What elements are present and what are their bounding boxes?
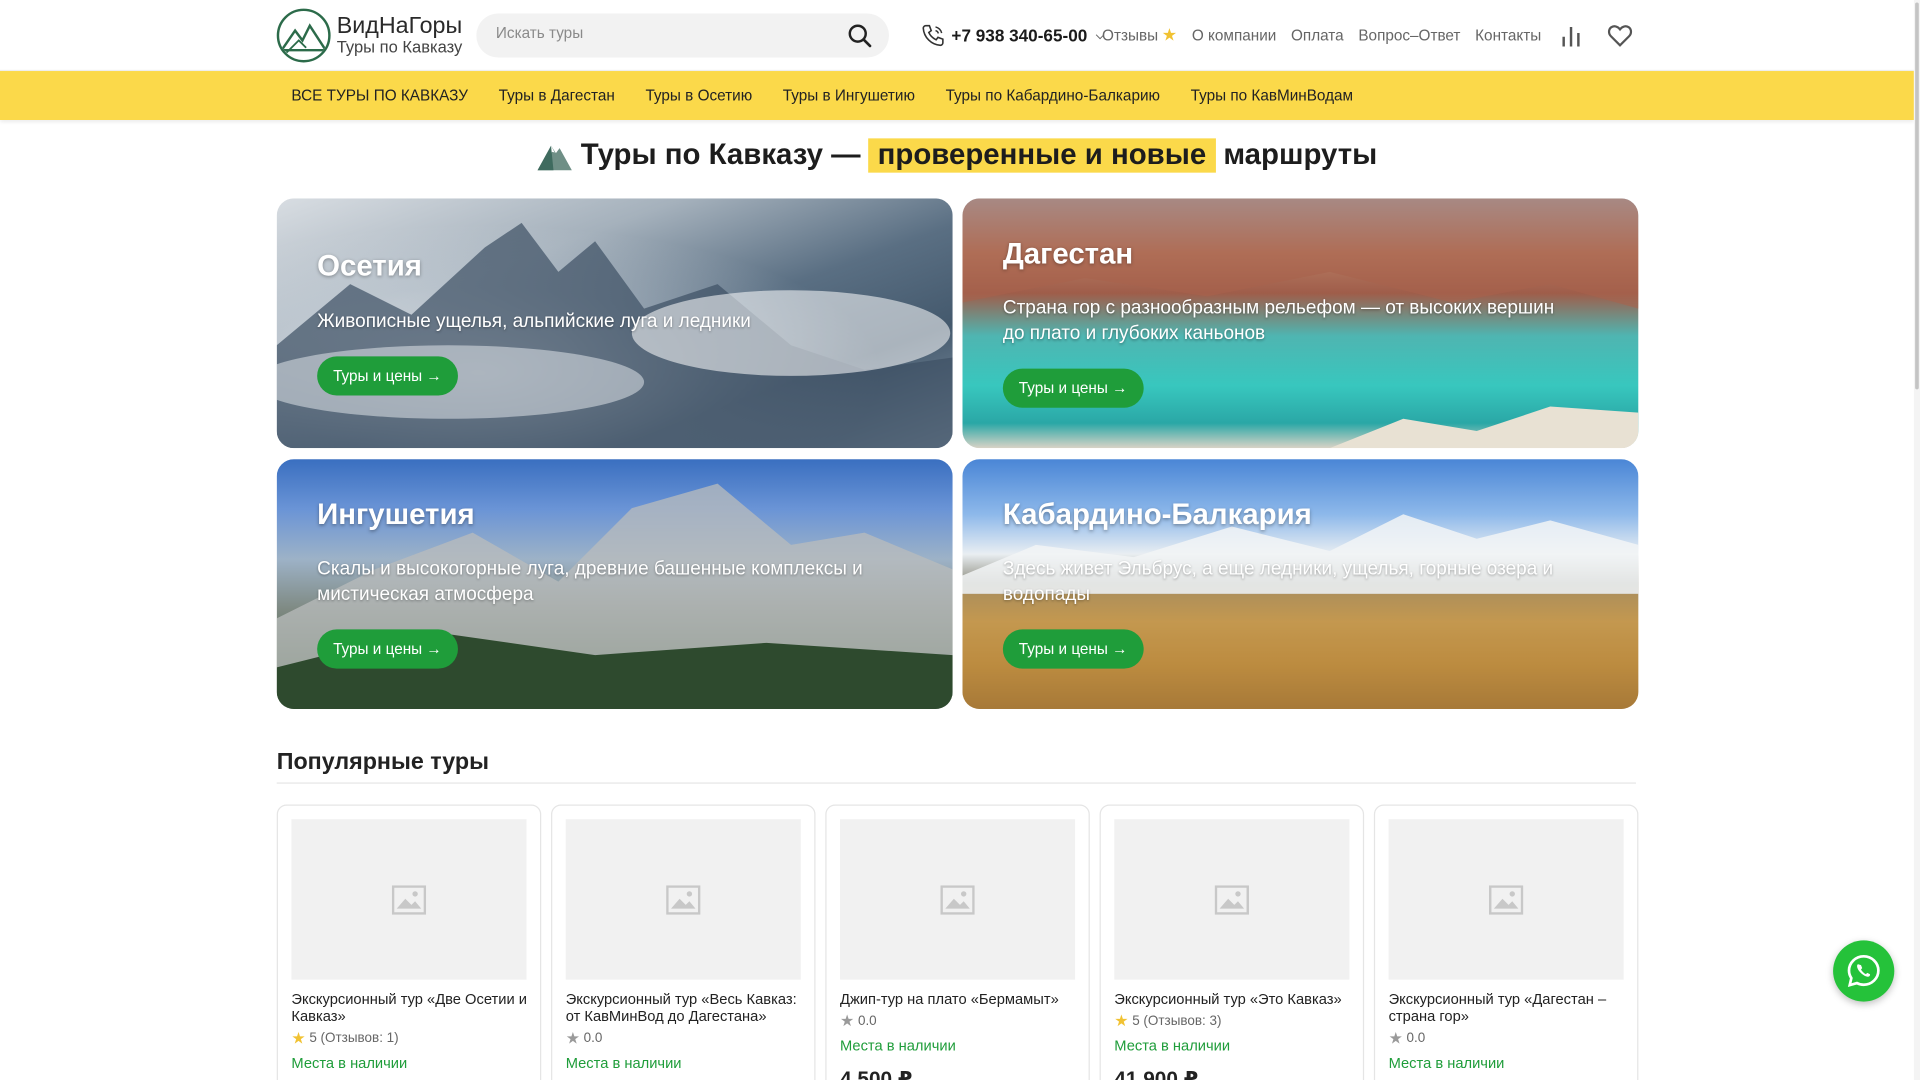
placeholder-image-icon xyxy=(565,819,801,980)
logo-tagline: Туры по Кавказу xyxy=(336,37,463,57)
page: ВидНаГоры Туры по Кавказу +7 938 340-65-… xyxy=(0,0,1920,1080)
compare-icon[interactable] xyxy=(1558,22,1585,49)
cat-ingushetia[interactable]: Туры в Ингушетию xyxy=(783,87,915,104)
region-description: Здесь живет Эльбрус, а еще ледники, ущел… xyxy=(1002,558,1554,605)
region-title: Осетия xyxy=(317,249,422,283)
region-title: Ингушетия xyxy=(317,498,475,532)
site-header: ВидНаГоры Туры по Кавказу +7 938 340-65-… xyxy=(0,0,1914,72)
product-name[interactable]: Экскурсионный тур «Дагестан – страна гор… xyxy=(1389,991,1628,1026)
stock-status: Места в наличии xyxy=(1388,1054,1505,1072)
region-cards: Осетия Живописные ущелья, альпийские луг… xyxy=(276,198,1639,709)
stock-status: Места в наличии xyxy=(840,1037,956,1055)
product-card[interactable]: Экскурсионный тур «Две Осетии и Кавказ» … xyxy=(276,804,542,1080)
region-title: Дагестан xyxy=(1002,237,1134,271)
tours-and-prices-button[interactable]: Туры и цены → xyxy=(317,356,458,396)
stock-status: Места в наличии xyxy=(565,1054,682,1072)
logo[interactable]: ВидНаГоры Туры по Кавказу xyxy=(276,8,463,63)
star-icon: ★ xyxy=(565,1028,580,1047)
whatsapp-button[interactable] xyxy=(1833,940,1895,1002)
product-rating: ★ 0.0 xyxy=(1388,1028,1426,1047)
header-icons xyxy=(1558,22,1634,49)
star-icon: ★ xyxy=(1388,1028,1403,1047)
stock-status: Места в наличии xyxy=(1114,1037,1231,1055)
nav-contacts[interactable]: Контакты xyxy=(1475,24,1541,45)
cat-ossetia[interactable]: Туры в Осетию xyxy=(645,87,752,104)
title-highlight: проверенные и новые xyxy=(867,138,1216,173)
category-navigation: ВСЕ ТУРЫ ПО КАВКАЗУ Туры в Дагестан Туры… xyxy=(0,71,1914,121)
cat-all-tours[interactable]: ВСЕ ТУРЫ ПО КАВКАЗУ xyxy=(291,87,468,104)
whatsapp-icon xyxy=(1847,954,1880,988)
phone-dropdown[interactable]: +7 938 340-65-00 ⌵ xyxy=(921,23,1104,47)
nav-reviews[interactable]: Отзывы ★ xyxy=(1102,24,1177,45)
phone-number: +7 938 340-65-00 xyxy=(951,25,1088,46)
region-card-kabardino-balkaria[interactable]: Кабардино-Балкария Здесь живет Эльбрус, … xyxy=(962,459,1639,709)
product-name[interactable]: Джип-тур на плато «Бермамыт» xyxy=(840,991,1079,1009)
mountain-icon xyxy=(537,145,573,171)
product-card[interactable]: Экскурсионный тур «Весь Кавказ: от КавМи… xyxy=(551,804,816,1080)
title-prefix: Туры по Кавказу — xyxy=(580,138,861,172)
cat-kabardino-balkaria[interactable]: Туры по Кабардино-Балкарию xyxy=(946,87,1160,104)
product-rating: ★ 5 (Отзывов: 1) xyxy=(291,1028,399,1047)
title-suffix: маршруты xyxy=(1223,138,1378,172)
stock-status: Места в наличии xyxy=(291,1054,408,1072)
region-description: Живописные ущелья, альпийские луга и лед… xyxy=(317,311,751,332)
phone-icon xyxy=(922,24,944,47)
product-rating: ★ 0.0 xyxy=(840,1011,877,1030)
product-card[interactable]: Джип-тур на плато «Бермамыт» ★ 0.0 Места … xyxy=(825,804,1090,1080)
top-navigation: Отзывы ★ О компании Оплата Вопрос–Ответ К… xyxy=(1102,24,1541,45)
region-card-ingushetia[interactable]: Ингушетия Скалы и высокогорные луга, дре… xyxy=(276,459,953,709)
placeholder-image-icon xyxy=(840,819,1076,980)
placeholder-image-icon xyxy=(1388,819,1624,980)
product-list: Экскурсионный тур «Две Осетии и Кавказ» … xyxy=(276,804,1639,1080)
logo-name: ВидНаГоры xyxy=(336,13,463,40)
product-price: 4 500 ₽ xyxy=(840,1067,913,1080)
nav-about[interactable]: О компании xyxy=(1192,24,1276,45)
placeholder-image-icon xyxy=(291,819,527,980)
page-title: Туры по Кавказу — проверенные и новые ма… xyxy=(0,138,1914,173)
star-icon: ★ xyxy=(1114,1011,1129,1030)
region-title: Кабардино-Балкария xyxy=(1002,498,1312,532)
placeholder-image-icon xyxy=(1114,819,1350,980)
product-card[interactable]: Экскурсионный тур «Это Кавказ» ★ 5 (Отзыво… xyxy=(1099,804,1365,1080)
tours-and-prices-button[interactable]: Туры и цены → xyxy=(1002,629,1144,669)
search-icon[interactable] xyxy=(847,23,872,48)
region-description: Страна гор с разнообразным рельефом — от… xyxy=(1002,297,1555,344)
product-rating: ★ 5 (Отзывов: 3) xyxy=(1114,1011,1222,1030)
star-icon: ★ xyxy=(1161,24,1178,45)
cat-dagestan[interactable]: Туры в Дагестан xyxy=(499,87,615,104)
search-box xyxy=(476,13,889,58)
product-name[interactable]: Экскурсионный тур «Две Осетии и Кавказ» xyxy=(291,991,530,1026)
nav-faq[interactable]: Вопрос–Ответ xyxy=(1358,24,1460,45)
product-card[interactable]: Экскурсионный тур «Дагестан – страна гор… xyxy=(1373,804,1639,1080)
product-rating: ★ 0.0 xyxy=(565,1028,603,1047)
heart-icon[interactable] xyxy=(1607,22,1634,49)
section-title: Популярные туры xyxy=(276,749,489,776)
scrollbar-thumb[interactable] xyxy=(1915,2,1919,390)
star-icon: ★ xyxy=(291,1028,306,1047)
cat-kavminvody[interactable]: Туры по КавМинВодам xyxy=(1191,87,1353,104)
mountain-logo-icon xyxy=(276,8,331,63)
region-description: Скалы и высокогорные луга, древние башен… xyxy=(317,558,863,605)
product-name[interactable]: Экскурсионный тур «Это Кавказ» xyxy=(1114,991,1353,1009)
product-name[interactable]: Экскурсионный тур «Весь Кавказ: от КавМи… xyxy=(566,991,805,1026)
region-card-dagestan[interactable]: Дагестан Страна гор с разнообразным рель… xyxy=(962,198,1639,449)
nav-payment[interactable]: Оплата xyxy=(1291,24,1344,45)
region-card-ossetia[interactable]: Осетия Живописные ущелья, альпийские луг… xyxy=(276,198,953,449)
product-price: 41 900 ₽ xyxy=(1114,1067,1199,1080)
tours-and-prices-button[interactable]: Туры и цены → xyxy=(1002,368,1144,408)
star-icon: ★ xyxy=(840,1011,855,1030)
search-input[interactable] xyxy=(495,24,827,42)
divider xyxy=(276,782,1636,784)
tours-and-prices-button[interactable]: Туры и цены → xyxy=(317,629,458,669)
